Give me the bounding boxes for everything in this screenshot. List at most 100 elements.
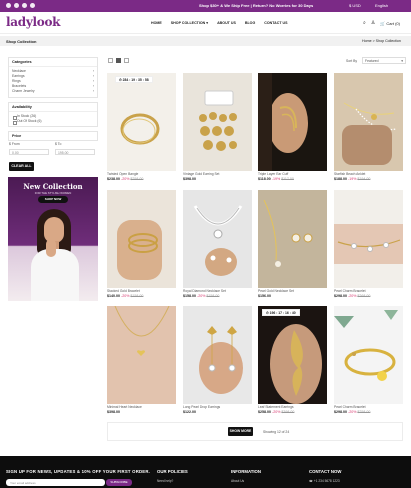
sort-value: Featured [365, 59, 379, 63]
information-heading: INFORMATION [231, 469, 261, 474]
category-item[interactable]: Charm Jewelry › [12, 89, 94, 94]
sort-select[interactable]: Featured ▾ [362, 57, 406, 64]
nav-shop-collection[interactable]: SHOP COLLECTION ▾ [171, 21, 208, 25]
product-price: $398.00 [107, 410, 176, 414]
product-image[interactable] [258, 306, 327, 404]
old-price: $117.00 [281, 177, 294, 181]
nav-contact[interactable]: CONTACT US [264, 21, 287, 25]
product-image[interactable] [334, 190, 403, 288]
product-toolbar: Sort By Featured ▾ [108, 57, 406, 65]
grid-view-icon[interactable] [116, 58, 121, 63]
old-price: $158.00 [130, 294, 144, 298]
product-image[interactable] [107, 73, 176, 171]
clear-all-button[interactable]: CLEAR ALL [9, 162, 34, 171]
sort-label: Sort By [346, 59, 358, 63]
product-price: $140.00 -20% $158.00 [107, 294, 176, 298]
contact-heading: CONTACT NOW [309, 469, 342, 474]
product-image[interactable] [107, 190, 176, 288]
information-link[interactable]: About Us [231, 479, 244, 483]
current-price: $298.00 [334, 410, 347, 414]
product-image[interactable] [183, 190, 252, 288]
grid-4-view-icon[interactable] [124, 58, 129, 63]
product-card[interactable]: Pearl Charm Bracelet $298.00 -20% $268.0… [334, 190, 403, 302]
policies-link[interactable]: Need help? [157, 479, 173, 483]
availability-heading: Availability [9, 103, 97, 112]
product-name[interactable]: Vintage Gold Earring Set [183, 172, 252, 176]
product-image[interactable] [183, 306, 252, 404]
categories-heading: Categories [9, 58, 97, 67]
product-card[interactable]: ⏱ 196 : 17 : 16 : 40 Leaf Statement Earr… [258, 306, 327, 418]
nav-blog[interactable]: BLOG [245, 21, 255, 25]
facebook-icon[interactable] [6, 3, 11, 8]
product-image[interactable] [183, 73, 252, 171]
search-icon[interactable]: ⌕ [363, 20, 366, 26]
shop-now-button[interactable]: SHOP NOW [38, 196, 68, 203]
product-image[interactable] [258, 73, 327, 171]
model-image [31, 209, 79, 301]
logo[interactable]: ladylook [6, 15, 60, 29]
old-price: $268.00 [357, 294, 371, 298]
pagination-box [107, 422, 403, 441]
contact-phone[interactable]: ☎ +1 234 5678 1223 [309, 479, 340, 483]
breadcrumb[interactable]: Home > Shop Collection [362, 39, 401, 43]
product-card[interactable]: Pearl Gold Necklace Set $156.00 [258, 190, 327, 302]
subscribe-button[interactable]: SUBSCRIBE [106, 479, 132, 486]
product-name[interactable]: Minimal Heart Necklace [107, 405, 176, 409]
product-price: $122.00 [183, 410, 252, 414]
product-card[interactable]: Vintage Gold Earring Set $398.00 [183, 73, 252, 185]
cart-button[interactable]: 🛒 Cart (0) [380, 21, 400, 26]
product-card[interactable]: Long Pearl Drop Earrings $122.00 [183, 306, 252, 418]
product-name[interactable]: Long Pearl Drop Earrings [183, 405, 252, 409]
promo-banner[interactable]: New Collection FOR THE STYLISH WOMEN SHO… [8, 177, 98, 301]
list-view-icon[interactable] [108, 58, 113, 63]
nav-about[interactable]: ABOUT US [217, 21, 236, 25]
language-selector[interactable]: English [375, 3, 388, 8]
product-image[interactable] [334, 306, 403, 404]
product-card[interactable]: ⏱ 284 : 19 : 35 : 58 Twisted Open Bangle… [107, 73, 176, 185]
user-icon[interactable]: ♙ [371, 20, 375, 26]
banner-title: New Collection [23, 182, 83, 191]
phone-icon: ☎ [309, 479, 313, 483]
product-name[interactable]: Pearl Charm Bracelet [334, 289, 403, 293]
nav-home[interactable]: HOME [151, 21, 162, 25]
product-name[interactable]: Pearl Charm Bracelet [334, 405, 403, 409]
product-card[interactable]: Starfish Beach Anklet $188.00 -19% $194.… [334, 73, 403, 185]
currency-selector[interactable]: $ USD [349, 3, 361, 8]
product-image[interactable] [334, 73, 403, 171]
product-name[interactable]: Royal Diamond Necklace Set [183, 289, 252, 293]
current-price: $122.00 [183, 410, 196, 414]
show-more-button[interactable]: SHOW MORE [228, 427, 253, 436]
newsletter-heading: SIGN UP FOR NEWS, UPDATES & 10% OFF YOUR… [6, 469, 151, 474]
product-name[interactable]: Twisted Open Bangle [107, 172, 176, 176]
twitter-icon[interactable] [22, 3, 27, 8]
product-card[interactable]: Royal Diamond Necklace Set $158.00 -20% … [183, 190, 252, 302]
current-price: $398.00 [107, 410, 120, 414]
product-name[interactable]: Starfish Beach Anklet [334, 172, 403, 176]
product-name[interactable]: Pearl Gold Necklace Set [258, 289, 327, 293]
price-to-input[interactable]: 195.00 [55, 149, 95, 155]
product-name[interactable]: Leaf Statement Earrings [258, 405, 327, 409]
product-name[interactable]: Triple Layer Ear Cuff [258, 172, 327, 176]
price-from-input[interactable]: 0.00 [9, 149, 49, 155]
current-price: $156.00 [258, 294, 271, 298]
site-footer: SIGN UP FOR NEWS, UPDATES & 10% OFF YOUR… [0, 456, 411, 488]
tiktok-icon[interactable] [30, 3, 35, 8]
product-price: $258.00 -20% $398.00 [258, 410, 327, 414]
promo-text: Shop $30+ & We Ship Free | Return? No Wo… [199, 3, 314, 8]
product-image[interactable] [258, 190, 327, 288]
old-price: $158.00 [206, 294, 220, 298]
old-price: $398.00 [281, 410, 295, 414]
product-card[interactable]: Stacked Gold Bracelet $140.00 -20% $158.… [107, 190, 176, 302]
product-card[interactable]: Pearl Charm Bracelet $298.00 -20% $258.0… [334, 306, 403, 418]
discount: -20% [121, 294, 130, 298]
availability-out-of-stock[interactable]: Out Of Stock (6) [13, 119, 93, 125]
product-card[interactable]: Triple Layer Ear Cuff $118.00 -19% $117.… [258, 73, 327, 185]
product-name[interactable]: Stacked Gold Bracelet [107, 289, 176, 293]
category-label: Charm Jewelry [12, 89, 35, 93]
email-input[interactable]: Your email address [6, 479, 105, 486]
product-image[interactable] [107, 306, 176, 404]
phone-number: +1 234 5678 1223 [313, 479, 340, 483]
product-card[interactable]: Minimal Heart Necklace $398.00 [107, 306, 176, 418]
instagram-icon[interactable] [14, 3, 19, 8]
availability-filter: Availability In Stock (26) Out Of Stock … [8, 102, 98, 127]
